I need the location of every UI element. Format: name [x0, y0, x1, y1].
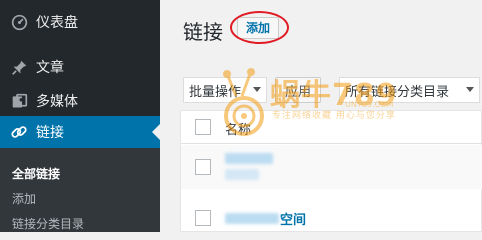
link-name-visible[interactable]: 空间: [280, 209, 306, 228]
submenu-item-add[interactable]: 添加: [12, 190, 36, 207]
sidebar-item-dashboard[interactable]: 仪表盘: [0, 6, 160, 38]
sidebar-item-label: 文章: [36, 60, 64, 76]
category-filter-select[interactable]: 所有链接分类目录: [339, 77, 480, 103]
links-table: 名称 空间: [180, 110, 482, 232]
blurred-link-name[interactable]: [225, 213, 279, 224]
row-checkbox[interactable]: [195, 159, 211, 175]
sidebar-item-posts[interactable]: 文章: [0, 51, 160, 83]
media-icon: [10, 92, 28, 110]
sidebar-item-label: 链接: [36, 125, 64, 141]
table-header: 名称: [181, 111, 482, 144]
page-title: 链接: [183, 20, 223, 44]
active-indicator-arrow: [152, 124, 160, 140]
sidebar-item-media[interactable]: 多媒体: [0, 85, 160, 117]
link-icon: [10, 123, 28, 141]
category-filter-value: 所有链接分类目录: [345, 84, 450, 100]
sidebar-item-label: 多媒体: [36, 94, 78, 110]
links-submenu: 全部链接 添加 链接分类目录: [0, 148, 160, 232]
blurred-link-url: [225, 169, 259, 180]
blurred-link-name[interactable]: [225, 153, 273, 164]
submenu-item-link-categories[interactable]: 链接分类目录: [12, 215, 84, 232]
column-header-name[interactable]: 名称: [225, 119, 251, 138]
table-row: 空间: [181, 199, 482, 240]
bulk-actions-select[interactable]: 批量操作: [183, 77, 267, 103]
dashboard-icon: [10, 13, 28, 31]
submenu-item-all-links[interactable]: 全部链接: [12, 165, 60, 182]
apply-button[interactable]: 应用: [275, 77, 321, 103]
sidebar-item-label: 仪表盘: [36, 15, 78, 31]
sidebar-item-links[interactable]: 链接: [0, 116, 160, 148]
admin-sidebar: 仪表盘 文章 多媒体 链接 全部链接 添加 链接分类目录: [0, 0, 160, 232]
pin-icon: [10, 58, 28, 76]
chevron-down-icon: [466, 87, 474, 92]
row-checkbox[interactable]: [195, 210, 211, 226]
select-all-checkbox[interactable]: [195, 119, 211, 135]
highlight-ring-annotation: [230, 11, 289, 44]
main-content: 链接 添加 批量操作 应用 所有链接分类目录 名称 空间: [160, 0, 482, 232]
bulk-actions-value: 批量操作: [189, 84, 242, 100]
chevron-down-icon: [253, 87, 261, 92]
table-row: [181, 145, 482, 189]
